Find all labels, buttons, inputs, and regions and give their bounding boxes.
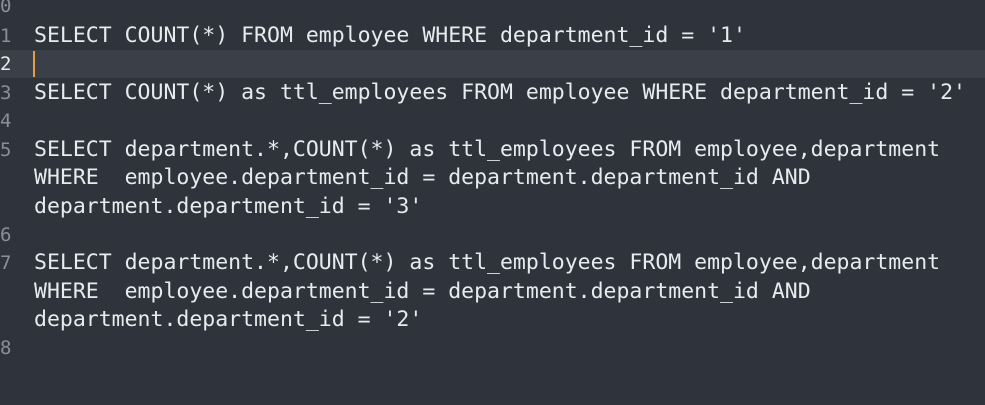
code-editor[interactable]: 0 1 2 3 4 5 6 7 8 SELECT COUNT(*) FROM e… bbox=[0, 0, 985, 405]
code-line-5a[interactable]: SELECT department.*,COUNT(*) as ttl_empl… bbox=[34, 136, 940, 164]
line-number: 5 bbox=[0, 139, 12, 161]
text-caret bbox=[33, 51, 35, 77]
code-line-3[interactable]: SELECT COUNT(*) as ttl_employees FROM em… bbox=[34, 79, 966, 107]
code-line-7a[interactable]: SELECT department.*,COUNT(*) as ttl_empl… bbox=[34, 249, 940, 277]
line-number: 0 bbox=[0, 0, 12, 17]
line-number: 7 bbox=[0, 252, 12, 274]
line-number-active: 2 bbox=[0, 53, 12, 75]
line-number-gutter: 0 1 2 3 4 5 6 7 8 bbox=[0, 0, 26, 405]
code-line-1[interactable]: SELECT COUNT(*) FROM employee WHERE depa… bbox=[34, 22, 746, 50]
line-number: 6 bbox=[0, 224, 12, 246]
line-number: 8 bbox=[0, 337, 12, 359]
code-line-5c[interactable]: department.department_id = '3' bbox=[34, 193, 422, 221]
line-number: 1 bbox=[0, 25, 12, 47]
code-line-7b[interactable]: WHERE employee.department_id = departmen… bbox=[34, 278, 811, 306]
code-line-7c[interactable]: department.department_id = '2' bbox=[34, 306, 422, 334]
line-number: 4 bbox=[0, 110, 12, 132]
current-line-highlight bbox=[0, 50, 985, 78]
code-line-5b[interactable]: WHERE employee.department_id = departmen… bbox=[34, 164, 811, 192]
line-number: 3 bbox=[0, 82, 12, 104]
